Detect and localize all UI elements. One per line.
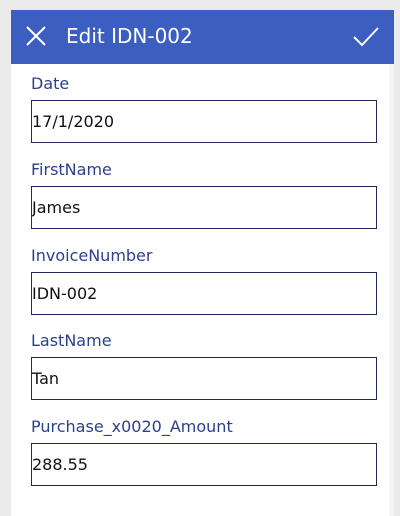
lastname-input[interactable]: [31, 357, 377, 400]
invoicenumber-input[interactable]: [31, 272, 377, 315]
scrollbar[interactable]: [389, 64, 394, 516]
submit-button[interactable]: [352, 24, 380, 50]
page-title: Edit IDN-002: [66, 24, 193, 48]
close-button[interactable]: [24, 24, 50, 50]
header-bar: Edit IDN-002: [11, 10, 394, 64]
purchase-amount-input[interactable]: [31, 443, 377, 486]
firstname-label: FirstName: [31, 160, 112, 179]
invoicenumber-label: InvoiceNumber: [31, 246, 153, 265]
date-label: Date: [31, 74, 70, 93]
edit-screen: Edit IDN-002 Date FirstName InvoiceNumbe…: [11, 10, 394, 516]
date-input[interactable]: [31, 100, 377, 143]
firstname-input[interactable]: [31, 186, 377, 229]
close-icon: [26, 26, 46, 46]
checkmark-icon: [353, 27, 379, 47]
lastname-label: LastName: [31, 331, 112, 350]
purchase-amount-label: Purchase_x0020_Amount: [31, 417, 233, 436]
